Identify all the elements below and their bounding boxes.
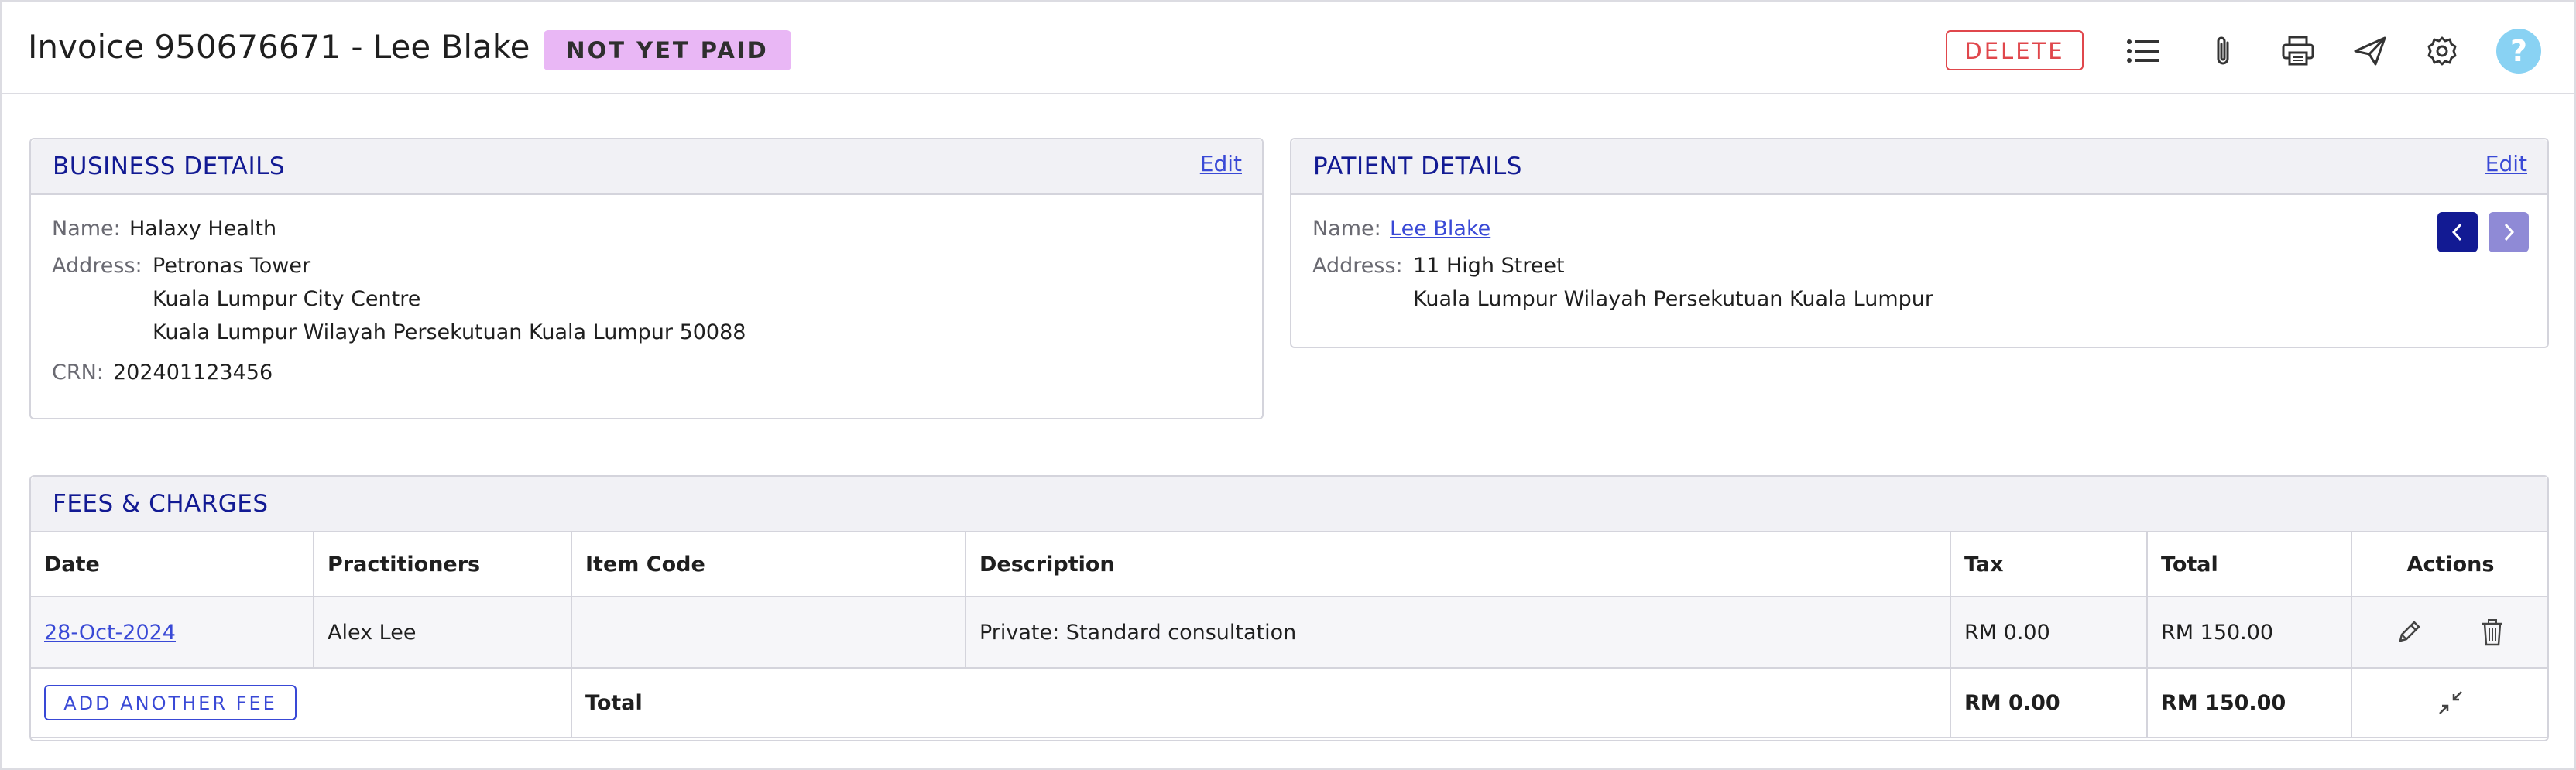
edit-pencil-icon[interactable]	[2392, 615, 2426, 649]
column-header-date: Date	[31, 531, 314, 597]
business-details-header: BUSINESS DETAILS Edit	[31, 139, 1262, 195]
fees-charges-title: FEES & CHARGES	[53, 490, 269, 518]
fees-table-header-row: Date Practitioners Item Code Description…	[31, 531, 2547, 597]
fees-charges-header: FEES & CHARGES	[31, 477, 2547, 532]
table-row: 28-Oct-2024 Alex Lee Private: Standard c…	[31, 596, 2547, 669]
fee-total-cell: RM 150.00	[2146, 596, 2352, 669]
invoice-header: Invoice 950676671 - Lee Blake NOT YET PA…	[2, 2, 2574, 94]
previous-patient-button[interactable]	[2437, 212, 2478, 252]
send-icon[interactable]	[2348, 29, 2392, 73]
delete-button[interactable]: DELETE	[1946, 30, 2084, 70]
column-header-item-code: Item Code	[571, 531, 966, 597]
patient-details-header: PATIENT DETAILS Edit	[1291, 139, 2547, 195]
fees-charges-panel: FEES & CHARGES Date Practitioners Item C…	[29, 475, 2549, 741]
business-edit-link[interactable]: Edit	[1200, 151, 1242, 176]
list-icon[interactable]	[2122, 29, 2165, 73]
add-another-fee-button[interactable]: ADD ANOTHER FEE	[44, 685, 297, 720]
patient-name-label: Name:	[1312, 217, 1381, 241]
trash-icon[interactable]	[2475, 615, 2509, 649]
next-patient-button[interactable]	[2489, 212, 2529, 252]
business-crn-value: 202401123456	[113, 361, 273, 385]
column-header-practitioners: Practitioners	[313, 531, 572, 597]
fees-table: Date Practitioners Item Code Description…	[31, 531, 2547, 738]
patient-details-title: PATIENT DETAILS	[1313, 152, 1522, 180]
total-tax-cell: RM 0.00	[1950, 667, 2148, 738]
patient-name-link[interactable]: Lee Blake	[1390, 217, 1490, 241]
printer-icon[interactable]	[2276, 29, 2320, 73]
business-details-title: BUSINESS DETAILS	[53, 152, 286, 180]
help-icon[interactable]: ?	[2496, 29, 2541, 74]
fee-actions-cell	[2351, 596, 2547, 669]
business-name-value: Halaxy Health	[129, 217, 277, 241]
column-header-description: Description	[965, 531, 1951, 597]
column-header-tax: Tax	[1950, 531, 2148, 597]
paperclip-icon[interactable]	[2202, 29, 2245, 73]
business-crn-label: CRN:	[52, 361, 104, 385]
total-label-cell: Total	[571, 667, 1951, 738]
add-fee-cell: ADD ANOTHER FEE	[31, 667, 572, 738]
fee-date-link[interactable]: 28-Oct-2024	[44, 621, 176, 645]
fees-total-row: ADD ANOTHER FEE Total RM 0.00 RM 150.00	[31, 667, 2547, 738]
page-title: Invoice 950676671 - Lee Blake	[28, 28, 530, 66]
business-details-panel: BUSINESS DETAILS Edit Name: Halaxy Healt…	[29, 138, 1264, 419]
status-badge: NOT YET PAID	[544, 30, 791, 70]
business-address-line-2: Kuala Lumpur City Centre	[153, 287, 421, 311]
patient-details-panel: PATIENT DETAILS Edit Name: Lee Blake Add…	[1290, 138, 2549, 348]
fee-description-cell: Private: Standard consultation	[965, 596, 1951, 669]
chevron-left-icon	[2451, 223, 2462, 241]
collapse-cell	[2351, 667, 2547, 738]
business-address-label: Address:	[52, 254, 142, 278]
gear-icon[interactable]	[2420, 29, 2464, 73]
total-amount-cell: RM 150.00	[2146, 667, 2352, 738]
column-header-total: Total	[2146, 531, 2352, 597]
invoice-window: Invoice 950676671 - Lee Blake NOT YET PA…	[0, 0, 2576, 770]
business-address-line-1: Petronas Tower	[153, 254, 311, 278]
patient-edit-link[interactable]: Edit	[2485, 151, 2527, 176]
collapse-arrows-icon[interactable]	[2434, 686, 2468, 720]
patient-address-line-2: Kuala Lumpur Wilayah Persekutuan Kuala L…	[1413, 287, 1933, 311]
patient-address-label: Address:	[1312, 254, 1403, 278]
fee-practitioner-cell: Alex Lee	[313, 596, 572, 669]
fee-tax-cell: RM 0.00	[1950, 596, 2148, 669]
column-header-actions: Actions	[2351, 531, 2547, 597]
business-address-line-3: Kuala Lumpur Wilayah Persekutuan Kuala L…	[153, 320, 746, 344]
fee-item-code-cell	[571, 596, 966, 669]
patient-address-line-1: 11 High Street	[1413, 254, 1565, 278]
business-name-label: Name:	[52, 217, 121, 241]
fee-date-cell: 28-Oct-2024	[31, 596, 314, 669]
chevron-right-icon	[2504, 223, 2515, 241]
